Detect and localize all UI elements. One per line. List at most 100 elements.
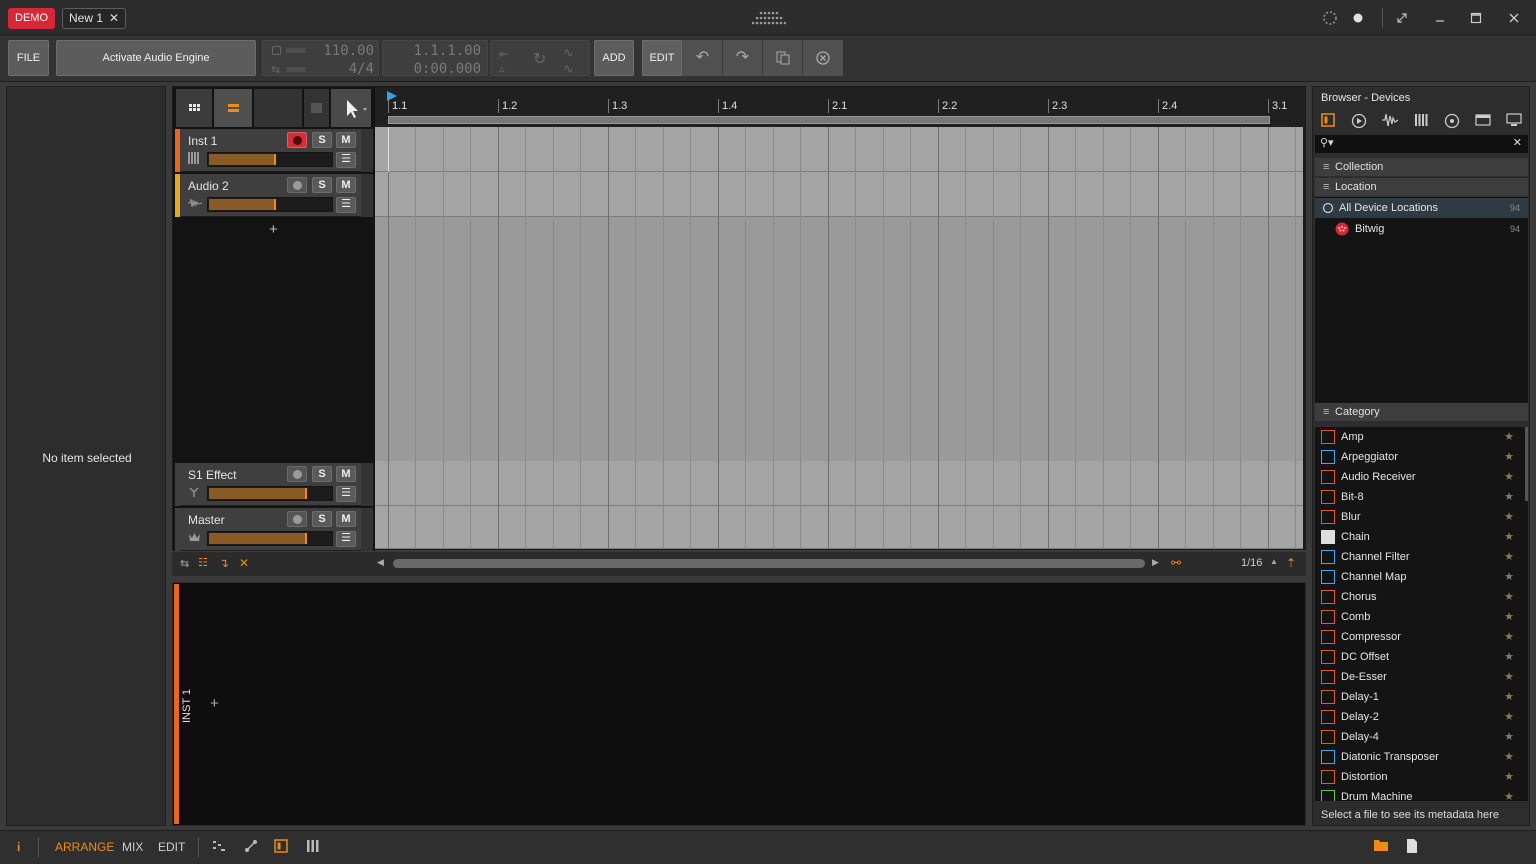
favorite-star-icon[interactable]: ★ — [1504, 507, 1514, 527]
category-item[interactable]: Delay-2 ★ — [1315, 707, 1528, 727]
scroll-left-icon[interactable]: ◀ — [377, 557, 384, 568]
close-lanes-icon[interactable]: ✕ — [239, 556, 249, 570]
time-signature-value[interactable]: 4/4 — [309, 61, 374, 77]
favorite-star-icon[interactable]: ★ — [1504, 627, 1514, 647]
samples-tab-icon[interactable] — [1380, 113, 1400, 131]
track-menu-button[interactable]: ☰ — [336, 531, 356, 547]
minimize-icon[interactable] — [1432, 10, 1448, 26]
arrange-view-button[interactable]: ARRANGE — [55, 840, 114, 854]
punch-in-icon[interactable]: ⇤ — [499, 47, 509, 61]
devices-tab-icon[interactable] — [1318, 113, 1338, 131]
favorite-star-icon[interactable]: ★ — [1504, 427, 1514, 447]
record-arm-button[interactable] — [287, 132, 307, 148]
category-item[interactable]: Audio Receiver ★ — [1315, 467, 1528, 487]
edit-view-button[interactable]: EDIT — [158, 840, 185, 854]
track-menu-button[interactable]: ☰ — [336, 197, 356, 213]
metronome-icon[interactable] — [272, 46, 281, 55]
add-track-button[interactable]: + — [269, 221, 278, 238]
favorite-star-icon[interactable]: ★ — [1504, 487, 1514, 507]
mute-button[interactable]: M — [336, 466, 356, 482]
browser-search-input[interactable]: ⚲▾ ✕ — [1315, 135, 1528, 153]
multisamples-tab-icon[interactable] — [1411, 113, 1431, 131]
show-lanes-icon[interactable]: ☷ — [198, 556, 208, 569]
category-item[interactable]: Channel Filter ★ — [1315, 547, 1528, 567]
close-tab-icon[interactable]: ✕ — [109, 9, 119, 28]
restore-icon[interactable] — [1394, 10, 1410, 26]
mute-button[interactable]: M — [336, 511, 356, 527]
lane-master[interactable] — [375, 506, 1303, 549]
device-panel-icon[interactable] — [274, 839, 288, 856]
favorite-star-icon[interactable]: ★ — [1504, 647, 1514, 667]
lane-inst-1[interactable] — [375, 127, 1303, 172]
mute-button[interactable]: M — [336, 177, 356, 193]
presets-tab-icon[interactable] — [1349, 113, 1369, 131]
category-item[interactable]: Compressor ★ — [1315, 627, 1528, 647]
mute-button[interactable]: M — [336, 132, 356, 148]
favorite-star-icon[interactable]: ★ — [1504, 787, 1514, 801]
category-item[interactable]: Channel Map ★ — [1315, 567, 1528, 587]
favorite-star-icon[interactable]: ★ — [1504, 707, 1514, 727]
track-name[interactable]: Audio 2 — [188, 179, 229, 193]
category-item[interactable]: Chain ★ — [1315, 527, 1528, 547]
solo-button[interactable]: S — [312, 466, 332, 482]
location-all-device-locations[interactable]: All Device Locations 94 — [1315, 198, 1528, 218]
close-icon[interactable] — [1506, 10, 1522, 26]
record-dot-icon[interactable] — [1350, 10, 1366, 26]
track-header-audio-2[interactable]: Audio 2 S M ☰ — [175, 174, 373, 217]
grid-resolution[interactable]: 1/16 — [1241, 557, 1262, 569]
horizontal-scrollbar[interactable] — [393, 559, 1145, 568]
favorite-star-icon[interactable]: ★ — [1504, 667, 1514, 687]
file-button[interactable]: FILE — [8, 40, 49, 76]
volume-slider[interactable] — [207, 486, 333, 501]
category-item[interactable]: De-Esser ★ — [1315, 667, 1528, 687]
lane-s1-effect[interactable] — [375, 461, 1303, 506]
project-tab[interactable]: New 1 ✕ — [62, 8, 126, 29]
favorite-star-icon[interactable]: ★ — [1504, 767, 1514, 787]
browser-folder-icon[interactable] — [1374, 839, 1388, 854]
track-header-s1-effect[interactable]: S1 Effect S M ☰ — [175, 463, 373, 506]
record-arm-button[interactable] — [287, 177, 307, 193]
mix-view-button[interactable]: MIX — [122, 840, 143, 854]
swap-icon[interactable]: ⇆ — [180, 557, 189, 570]
snap-icon[interactable]: ⇡ — [1286, 556, 1296, 570]
favorite-star-icon[interactable]: ★ — [1504, 547, 1514, 567]
location-bitwig[interactable]: Bitwig 94 — [1315, 219, 1528, 239]
clips-tab-icon[interactable] — [1473, 113, 1493, 131]
category-item[interactable]: DC Offset ★ — [1315, 647, 1528, 667]
track-header-master[interactable]: Master S M ☰ — [175, 508, 373, 551]
add-device-button[interactable]: + — [210, 695, 219, 712]
file-icon[interactable] — [1406, 839, 1418, 856]
grid-up-icon[interactable]: ▲ — [1270, 557, 1278, 566]
clear-search-icon[interactable]: ✕ — [1513, 136, 1522, 149]
favorite-star-icon[interactable]: ★ — [1504, 467, 1514, 487]
category-item[interactable]: Drum Machine ★ — [1315, 787, 1528, 801]
automation-lanes-icon[interactable] — [212, 839, 226, 856]
maximize-icon[interactable] — [1468, 10, 1484, 26]
pointer-tool-icon[interactable] — [331, 89, 371, 127]
effect-tracks-icon[interactable]: ↴ — [219, 556, 229, 570]
add-button[interactable]: ADD — [594, 40, 634, 76]
category-item[interactable]: Amp ★ — [1315, 427, 1528, 447]
category-item[interactable]: Distortion ★ — [1315, 767, 1528, 787]
loop-icon[interactable]: ↻ — [533, 49, 546, 69]
category-item[interactable]: Diatonic Transposer ★ — [1315, 747, 1528, 767]
location-header[interactable]: ≡ Location — [1315, 178, 1528, 196]
undo-icon[interactable]: ↶ — [683, 40, 723, 76]
files-tab-icon[interactable] — [1504, 113, 1524, 131]
category-item[interactable]: Chorus ★ — [1315, 587, 1528, 607]
loop-region-strip[interactable] — [388, 116, 1270, 124]
scroll-right-icon[interactable]: ▶ — [1152, 557, 1159, 568]
record-arm-button[interactable] — [287, 511, 307, 527]
category-item[interactable]: Comb ★ — [1315, 607, 1528, 627]
favorite-star-icon[interactable]: ★ — [1504, 587, 1514, 607]
position-beats[interactable]: 1.1.1.00 — [387, 43, 481, 59]
lane-audio-2[interactable] — [375, 172, 1303, 217]
favorite-star-icon[interactable]: ★ — [1504, 687, 1514, 707]
favorite-star-icon[interactable]: ★ — [1504, 447, 1514, 467]
volume-slider[interactable] — [207, 197, 333, 212]
overdub-icon[interactable]: ∿ — [563, 45, 574, 61]
category-scrollbar[interactable] — [1525, 427, 1528, 501]
paste-icon[interactable] — [763, 40, 803, 76]
activate-audio-engine-button[interactable]: Activate Audio Engine — [56, 40, 256, 76]
track-name[interactable]: Inst 1 — [188, 134, 217, 148]
